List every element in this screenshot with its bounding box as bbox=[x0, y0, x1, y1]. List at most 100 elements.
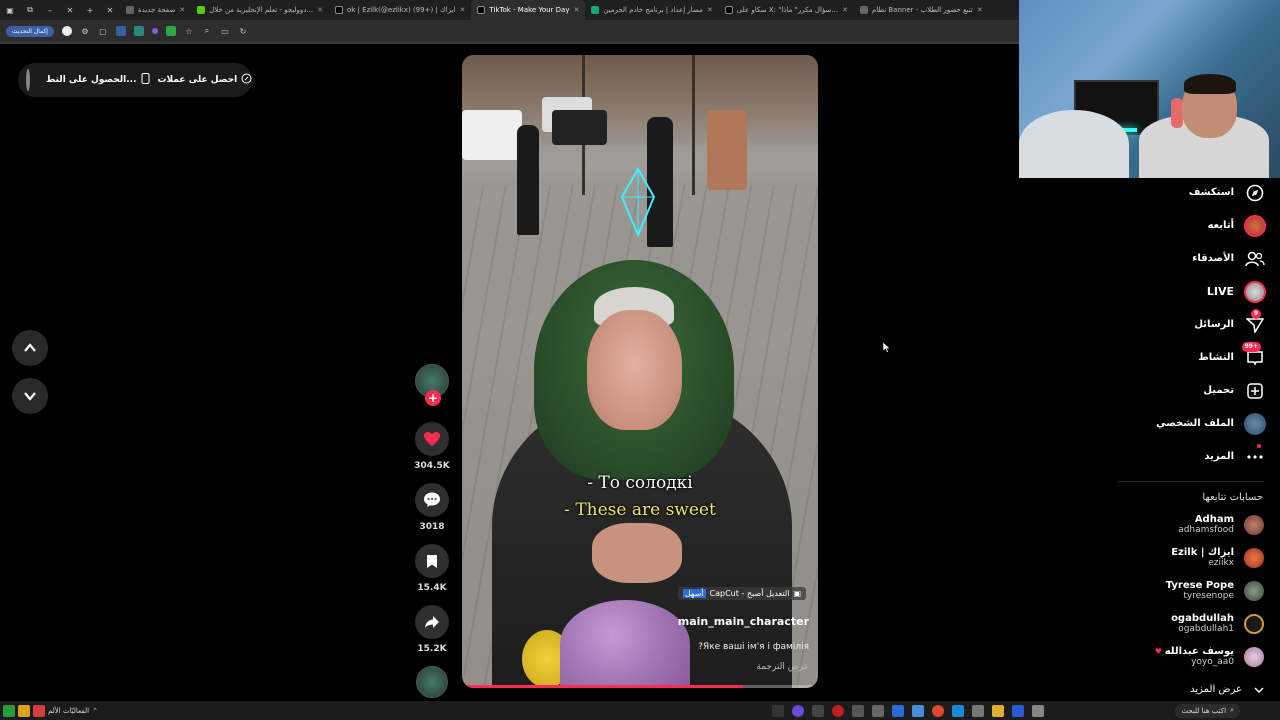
video-progress-bar[interactable] bbox=[462, 685, 818, 688]
video-scene-flowers bbox=[560, 600, 690, 688]
account-avatar bbox=[1244, 646, 1264, 667]
browser-tab[interactable]: صفحة جديدة ✕ bbox=[120, 0, 191, 20]
like-button[interactable] bbox=[415, 422, 449, 456]
edge-icon[interactable] bbox=[952, 704, 964, 717]
restore-icon[interactable]: ⧉ bbox=[20, 5, 40, 15]
tab-close-icon[interactable]: ✕ bbox=[100, 6, 120, 15]
tab-title: صفحة جديدة bbox=[138, 6, 176, 14]
sidebar-item-friends[interactable]: الأصدقاء bbox=[1106, 242, 1266, 275]
browser-tab[interactable]: نظام Banner - تتبع حضور الطلاب ✕ bbox=[854, 0, 989, 20]
extension-icon[interactable] bbox=[133, 26, 144, 36]
share-button[interactable] bbox=[415, 605, 449, 639]
browser-tab[interactable]: سكاو على X: "سؤال مكرر" ماذا... ✕ bbox=[719, 0, 854, 20]
extension-icon[interactable]: ⚙ bbox=[80, 26, 90, 36]
tab-close-icon[interactable]: ✕ bbox=[573, 6, 579, 14]
tab-close-icon[interactable]: ✕ bbox=[977, 6, 983, 14]
get-app-button[interactable]: الحصول على التط... bbox=[46, 73, 150, 87]
next-video-button[interactable] bbox=[12, 378, 48, 414]
phone-icon bbox=[141, 73, 150, 87]
app-icon[interactable] bbox=[812, 704, 824, 717]
video-scene-woman-face bbox=[587, 310, 682, 430]
browser-tab[interactable]: ok | Ezilk(@ezlikx) (99+) | ايزاك ✕ bbox=[329, 0, 471, 20]
app-icon[interactable] bbox=[892, 704, 904, 717]
video-author-username[interactable]: main_main_character bbox=[678, 615, 809, 628]
compass-icon bbox=[1244, 182, 1266, 204]
app-icon[interactable] bbox=[912, 704, 924, 717]
previous-video-button[interactable] bbox=[12, 330, 48, 366]
minimize-icon[interactable]: – bbox=[40, 6, 60, 15]
tab-favicon-icon bbox=[859, 6, 868, 14]
new-tab-icon[interactable]: + bbox=[80, 6, 100, 15]
following-account[interactable]: Ezilk | ايزاك eziikx bbox=[1124, 547, 1264, 568]
video-player[interactable]: - То солодкі - These are sweet أسهل CapC… bbox=[462, 55, 818, 688]
app-icon[interactable] bbox=[852, 704, 864, 717]
share-count: 15.2K bbox=[417, 644, 447, 654]
browser-tab-active[interactable]: TikTok - Make Your Day ✕ bbox=[471, 0, 586, 20]
activity-badge: 99+ bbox=[1241, 341, 1261, 352]
taskbar-search[interactable]: اكتب هنا للبحث ⌕ bbox=[1175, 703, 1240, 718]
extension-icon[interactable] bbox=[115, 26, 126, 36]
capcut-tag[interactable]: أسهل CapCut - التعديل أصبح ▣ bbox=[677, 587, 806, 600]
tab-close-icon[interactable]: ✕ bbox=[179, 6, 185, 14]
see-translation-link[interactable]: عرض الترجمة bbox=[756, 662, 809, 672]
see-more-button[interactable]: عرض المزيد bbox=[1190, 684, 1264, 695]
user-avatar[interactable] bbox=[26, 69, 30, 91]
hologram-diamond-icon bbox=[620, 167, 656, 237]
comment-button[interactable] bbox=[415, 483, 449, 517]
save-button[interactable] bbox=[415, 544, 449, 578]
sidebar-item-profile[interactable]: الملف الشخصي bbox=[1106, 407, 1266, 440]
music-disc-avatar[interactable] bbox=[416, 666, 448, 698]
sidebar-item-explore[interactable]: استكشف bbox=[1106, 176, 1266, 209]
extension-icon[interactable] bbox=[165, 26, 176, 36]
restart-update-button[interactable]: إكمال التحديث bbox=[6, 25, 54, 37]
taskbar-arrow-icon[interactable]: ⌃ bbox=[92, 707, 98, 715]
settings-icon[interactable] bbox=[872, 704, 884, 717]
app-icon[interactable] bbox=[3, 704, 15, 717]
app-icon[interactable] bbox=[832, 704, 844, 717]
sidebar-item-following[interactable]: أتابعه bbox=[1106, 209, 1266, 242]
app-icon[interactable] bbox=[18, 704, 30, 717]
tab-close-icon[interactable]: ✕ bbox=[317, 6, 323, 14]
get-coins-button[interactable]: احصل على عملات bbox=[158, 73, 253, 87]
following-account[interactable]: Tyrese Pope tyresenope bbox=[1124, 580, 1264, 601]
author-avatar[interactable]: + bbox=[415, 364, 449, 406]
chrome-icon[interactable] bbox=[932, 704, 944, 717]
browser-tab[interactable]: مسار إعداد | برنامج خادم الحرمين ✕ bbox=[585, 0, 718, 20]
cast-icon[interactable]: ▭ bbox=[220, 26, 230, 36]
account-handle: yoyo_aa0 bbox=[1191, 657, 1234, 667]
sidebar-item-activity[interactable]: النشاط 99+ bbox=[1106, 341, 1266, 374]
messages-badge: 9 bbox=[1250, 308, 1261, 319]
app-icon[interactable] bbox=[1032, 704, 1044, 717]
start-icon[interactable] bbox=[772, 704, 784, 717]
profile-icon[interactable] bbox=[61, 26, 72, 36]
app-icon[interactable] bbox=[972, 704, 984, 717]
tab-search-icon[interactable]: ▢ bbox=[98, 26, 108, 36]
sidebar-item-live[interactable]: LIVE bbox=[1106, 275, 1266, 308]
following-account[interactable]: ogabdullah ogabdullah1 bbox=[1124, 613, 1264, 634]
account-name: Ezilk | ايزاك bbox=[1171, 547, 1234, 558]
close-window-icon[interactable]: ✕ bbox=[60, 6, 80, 15]
window-menu-icon[interactable]: ▣ bbox=[0, 6, 20, 15]
tab-close-icon[interactable]: ✕ bbox=[842, 6, 848, 14]
sidebar-item-messages[interactable]: الرسائل 9 bbox=[1106, 308, 1266, 341]
app-icon[interactable] bbox=[33, 704, 45, 717]
follow-plus-button[interactable]: + bbox=[425, 390, 441, 406]
app-icon[interactable] bbox=[1012, 704, 1024, 717]
following-account[interactable]: ♥ يوسف عبدالله yoyo_aa0 bbox=[1124, 646, 1264, 667]
extension-icon[interactable] bbox=[151, 28, 158, 34]
zoom-icon[interactable]: ⌕ bbox=[202, 26, 212, 36]
bookmark-star-icon[interactable]: ☆ bbox=[184, 26, 194, 36]
history-icon[interactable]: ↻ bbox=[238, 26, 248, 36]
notification-dot bbox=[1257, 443, 1261, 448]
video-actions: + 304.5K 3018 15.4K 15.2K bbox=[410, 364, 454, 698]
sidebar-item-upload[interactable]: تحميل bbox=[1106, 374, 1266, 407]
sidebar-item-more[interactable]: المزيد bbox=[1106, 440, 1266, 473]
app-icon[interactable] bbox=[792, 704, 804, 717]
folder-icon[interactable] bbox=[992, 704, 1004, 717]
following-account[interactable]: Adham adhamsfood bbox=[1124, 514, 1264, 535]
tab-title: نظام Banner - تتبع حضور الطلاب bbox=[871, 6, 973, 14]
coin-icon bbox=[241, 73, 252, 87]
browser-tab[interactable]: دووليجو - تعلم الإنجليزية من خلال... ✕ bbox=[191, 0, 329, 20]
tab-close-icon[interactable]: ✕ bbox=[459, 6, 465, 14]
tab-close-icon[interactable]: ✕ bbox=[707, 6, 713, 14]
